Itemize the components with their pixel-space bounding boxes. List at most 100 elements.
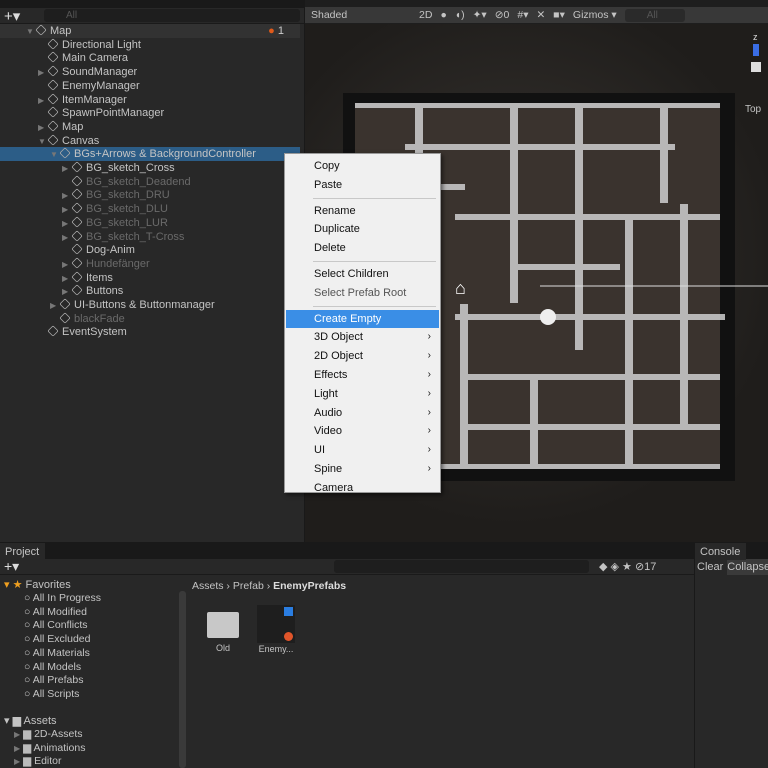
hierarchy-item[interactable]: blackFade (0, 312, 300, 326)
asset-folder[interactable]: ▶ ▆ Animations (14, 742, 85, 754)
menu-item[interactable]: Delete (286, 239, 439, 257)
search-icon: ○ (24, 605, 31, 618)
menu-item[interactable]: Effects › (286, 366, 439, 384)
hierarchy-item[interactable]: BG_sketch_Deadend (0, 175, 300, 189)
hierarchy-item[interactable]: ▶ BG_sketch_DRU (0, 188, 300, 202)
favorite-item[interactable]: ○ All Excluded (24, 633, 90, 645)
hierarchy-item[interactable]: Dog-Anim (0, 243, 300, 257)
favorite-item[interactable]: ○ All Conflicts (24, 619, 88, 631)
menu-item[interactable]: Duplicate (286, 220, 439, 238)
breadcrumb-assets[interactable]: Assets (192, 580, 224, 592)
hierarchy-item[interactable]: ▶ Map (0, 120, 300, 134)
menu-item[interactable]: 2D Object › (286, 347, 439, 365)
menu-item[interactable]: Camera (286, 479, 439, 497)
2d-toggle[interactable]: 2D (419, 9, 432, 21)
favorite-item[interactable]: ○ All Prefabs (24, 674, 83, 686)
hierarchy-item[interactable]: ▼ Canvas (0, 133, 300, 148)
favorite-item[interactable]: ○ All Materials (24, 647, 90, 659)
project-tab[interactable]: ▆ Project (0, 543, 46, 560)
add-icon[interactable]: +▾ (4, 7, 32, 25)
add-icon[interactable]: +▾ (4, 558, 334, 575)
effects-icon[interactable]: ✦▾ (473, 9, 487, 21)
asset-prefab-enemy[interactable]: Enemy... (255, 605, 297, 655)
hierarchy-item-label: Items (86, 271, 113, 284)
gameobject-icon (71, 161, 83, 173)
hierarchy-item[interactable]: EnemyManager (0, 79, 300, 93)
favorite-item[interactable]: ○ All Models (24, 661, 81, 673)
collapse-button[interactable]: Collapse (727, 559, 768, 575)
breadcrumb-enemyprefabs[interactable]: EnemyPrefabs (273, 580, 346, 592)
clear-button[interactable]: Clear (697, 559, 723, 575)
menu-item[interactable]: Paste (286, 176, 439, 194)
hierarchy-item[interactable]: ▶ BG_sketch_Cross (0, 161, 300, 175)
hierarchy-item[interactable]: ▶ BG_sketch_LUR (0, 216, 300, 230)
menu-item[interactable]: Video › (286, 422, 439, 440)
hierarchy-item-label: BG_sketch_DRU (86, 189, 170, 202)
hierarchy-item-label: BG_sketch_LUR (86, 216, 168, 229)
grid-icon[interactable]: #▾ (517, 9, 528, 21)
hierarchy-item-label: BGs+Arrows & BackgroundController (74, 148, 256, 161)
hierarchy-item[interactable]: ▶ BG_sketch_DLU (0, 202, 300, 216)
gameobject-icon (47, 133, 59, 146)
menu-item[interactable]: Create Empty (286, 309, 439, 328)
hierarchy-item[interactable]: ▶ SoundManager (0, 65, 300, 79)
search-icon: ○ (24, 633, 31, 646)
scene-search-input[interactable]: All (624, 8, 685, 22)
breadcrumb-prefab[interactable]: Prefab (233, 580, 264, 592)
menu-item[interactable]: Copy (286, 157, 439, 175)
scene-gizmo[interactable]: z (733, 32, 768, 92)
console-tab[interactable]: ▤ Console (695, 543, 747, 560)
audio-icon[interactable]: ◖) (455, 9, 465, 21)
menu-item[interactable]: Light › (286, 385, 439, 403)
gameobject-icon (47, 79, 59, 91)
search-icon: ○ (24, 687, 31, 700)
project-search-input[interactable] (334, 560, 589, 573)
hierarchy-item[interactable]: SpawnPointManager (0, 106, 300, 120)
filter-icon[interactable]: ◆ ◈ ★ ⊘ (599, 560, 644, 573)
folder-icon (207, 612, 239, 638)
hierarchy-item[interactable]: Directional Light (0, 38, 300, 52)
lighting-icon[interactable]: ● (440, 9, 446, 21)
menu-item[interactable]: Select Children (286, 265, 439, 283)
asset-folder-old[interactable]: Old (205, 608, 241, 654)
menu-item[interactable]: Select Prefab Root (286, 284, 439, 302)
hierarchy-item[interactable]: ▶ BG_sketch_T-Cross (0, 229, 300, 244)
search-icon: ○ (24, 660, 31, 673)
hierarchy-item[interactable]: ▼ BGs+Arrows & BackgroundController (0, 147, 300, 162)
menu-item[interactable]: Audio › (286, 404, 439, 422)
search-icon: ○ (24, 674, 31, 687)
visibility-icon[interactable]: ⊘0 (495, 9, 510, 21)
favorite-item[interactable]: ○ All In Progress (24, 592, 101, 604)
menu-item[interactable]: Rename (286, 202, 439, 220)
hierarchy-item[interactable]: ▶ ItemManager (0, 92, 300, 107)
menu-item[interactable]: Spine › (286, 460, 439, 478)
menu-item[interactable]: UI › (286, 441, 439, 459)
menu-item-label: Delete (314, 242, 346, 255)
hierarchy-item[interactable]: ▶ Items (0, 270, 300, 285)
menu-item[interactable]: 3D Object › (286, 328, 439, 346)
hierarchy-item[interactable]: ▶ UI-Buttons & Buttonmanager (0, 298, 300, 312)
chevron-right-icon: › (427, 425, 431, 437)
hierarchy-search-input[interactable]: All (44, 9, 300, 22)
asset-folder[interactable]: ▶ ▆ Editor (14, 755, 62, 767)
hierarchy-item-label: Directional Light (62, 38, 141, 51)
hierarchy-item[interactable]: Main Camera (0, 51, 300, 65)
assets-header[interactable]: ▾ ▆ Assets (4, 714, 57, 727)
hierarchy-item[interactable]: ▶ Buttons (0, 284, 300, 298)
hierarchy-item[interactable]: ▶ Hundefänger (0, 257, 300, 271)
camera-icon[interactable]: ■▾ (553, 9, 565, 21)
hierarchy-item-label: Map (62, 120, 84, 133)
gameobject-icon (47, 38, 59, 50)
gizmos-dropdown[interactable]: Gizmos ▾ (573, 9, 617, 21)
hierarchy-tab-bar (0, 0, 304, 8)
favorite-item[interactable]: ○ All Scripts (24, 688, 79, 700)
shading-dropdown[interactable]: Shaded (311, 9, 411, 21)
favorite-item[interactable]: ○ All Modified (24, 606, 87, 618)
asset-folder[interactable]: ▶ ▆ 2D-Assets (14, 728, 83, 740)
gameobject-icon (47, 106, 59, 118)
hierarchy-item[interactable]: EventSystem (0, 325, 300, 339)
favorites-header[interactable]: ▾ ★ Favorites (4, 578, 71, 591)
hierarchy-item[interactable]: ▼ Map ● 1 (0, 24, 300, 38)
scrollbar[interactable] (179, 591, 186, 768)
tools-icon[interactable]: ✕ (536, 9, 545, 21)
